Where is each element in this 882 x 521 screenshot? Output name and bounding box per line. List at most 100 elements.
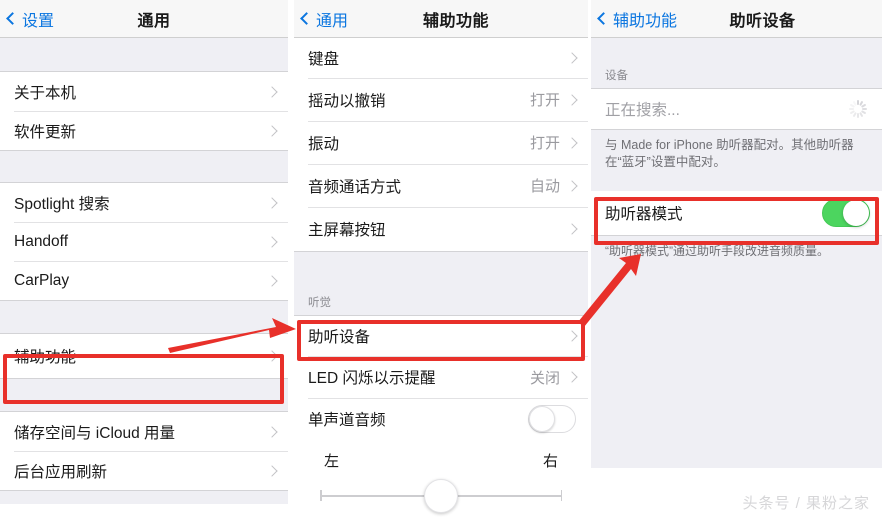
row-label: Handoff — [14, 232, 69, 250]
row-handoff[interactable]: Handoff — [0, 222, 288, 261]
row-label: 助听设备 — [308, 329, 371, 346]
screenshot-root: 设置 通用 关于本机 软件更新 Spotlight 搜索 Handoff Car… — [0, 0, 882, 521]
mode-note: “助听器模式”通过助听手段改进音频质量。 — [591, 235, 882, 268]
row-led-flash-for-alerts[interactable]: LED 闪烁以示提醒 关闭 — [294, 356, 588, 398]
group-spacer-1 — [0, 150, 288, 183]
chevron-right-icon — [566, 52, 578, 64]
pairing-note: 与 Made for iPhone 助听器配对。其他助听器在“蓝牙”设置中配对。 — [591, 129, 882, 179]
panel-general-settings: 设置 通用 关于本机 软件更新 Spotlight 搜索 Handoff Car… — [0, 0, 288, 521]
row-label: CarPlay — [14, 271, 70, 289]
section-header-hearing: 听觉 — [294, 290, 588, 316]
row-accessibility[interactable]: 辅助功能 — [0, 334, 288, 378]
row-value: 打开 — [529, 135, 560, 152]
row-background-app-refresh[interactable]: 后台应用刷新 — [0, 451, 288, 490]
row-label: Spotlight 搜索 — [14, 195, 110, 213]
row-value: 关闭 — [529, 369, 560, 387]
chevron-right-icon — [266, 425, 278, 438]
row-shake-to-undo[interactable]: 摇动以撤销 打开 — [294, 78, 588, 121]
slider-tick-right — [560, 490, 562, 501]
row-vibration[interactable]: 振动 打开 — [294, 121, 588, 164]
row-hearing-devices[interactable]: 助听设备 — [294, 316, 588, 356]
row-label: 储存空间与 iCloud 用量 — [14, 424, 176, 442]
navbar-accessibility: 通用 辅助功能 — [294, 0, 588, 38]
loading-spinner-icon — [848, 99, 868, 119]
row-searching[interactable]: 正在搜索... — [591, 89, 882, 129]
list-group-interaction: 键盘 摇动以撤销 打开 振动 打开 音频通话方式 自动 主屏幕按钮 — [294, 38, 588, 251]
panel3-bottom-filler — [591, 268, 882, 468]
mono-audio-toggle[interactable] — [528, 405, 576, 433]
watermark: 头条号 / 果粉之家 — [742, 495, 870, 512]
list-group-devices: 正在搜索... — [591, 89, 882, 129]
chevron-right-icon — [266, 274, 278, 287]
slider-tick-left — [320, 490, 322, 501]
chevron-right-icon — [266, 85, 278, 98]
list-group-storage: 储存空间与 iCloud 用量 后台应用刷新 — [0, 412, 288, 490]
chevron-right-icon — [566, 179, 578, 192]
row-label: 键盘 — [308, 51, 340, 68]
row-label: 摇动以撤销 — [308, 92, 386, 110]
balance-left-label: 左 — [324, 453, 340, 470]
row-hearing-aid-mode[interactable]: 助听器模式 — [591, 191, 882, 235]
balance-right-label: 右 — [542, 453, 558, 470]
row-home-button[interactable]: 主屏幕按钮 — [294, 207, 588, 251]
balance-slider[interactable] — [318, 479, 564, 513]
chevron-right-icon — [566, 330, 578, 342]
page-title-accessibility: 辅助功能 — [422, 12, 489, 30]
row-value: 打开 — [529, 92, 560, 109]
chevron-right-icon — [566, 371, 578, 383]
group-spacer-top — [0, 38, 288, 72]
page-title-hearing-devices: 助听设备 — [729, 12, 796, 30]
chevron-right-icon — [566, 93, 578, 106]
row-label: 主屏幕按钮 — [308, 222, 386, 239]
chevron-right-icon — [266, 124, 278, 137]
list-group-device-info: 关于本机 软件更新 — [0, 72, 288, 150]
toggle-knob — [529, 406, 555, 432]
hearing-aid-mode-toggle[interactable] — [822, 199, 870, 227]
row-keyboard[interactable]: 键盘 — [294, 38, 588, 78]
hearing-section-spacer — [294, 251, 588, 290]
list-group-accessibility: 辅助功能 — [0, 334, 288, 378]
list-group-hearing: 助听设备 LED 闪烁以示提醒 关闭 单声道音频 — [294, 316, 588, 440]
navbar-hearing-devices: 辅助功能 助听设备 — [591, 0, 882, 38]
row-label: 单声道音频 — [308, 412, 386, 429]
devices-section-spacer — [591, 38, 882, 63]
chevron-right-icon — [266, 196, 278, 209]
navbar-general: 设置 通用 — [0, 0, 288, 38]
row-label: 助听器模式 — [605, 206, 683, 223]
row-label: LED 闪烁以示提醒 — [308, 370, 436, 387]
row-label: 软件更新 — [14, 123, 77, 141]
row-spotlight-search[interactable]: Spotlight 搜索 — [0, 183, 288, 222]
row-label: 振动 — [308, 135, 340, 153]
row-call-audio-routing[interactable]: 音频通话方式 自动 — [294, 164, 588, 207]
page-title-general: 通用 — [137, 12, 171, 30]
balance-labels: 左 右 — [318, 446, 564, 471]
list-group-hearing-aid-mode: 助听器模式 — [591, 191, 882, 235]
group-spacer-3 — [0, 378, 288, 412]
toggle-knob — [843, 200, 869, 226]
chevron-right-icon — [266, 350, 278, 362]
row-about-device[interactable]: 关于本机 — [0, 72, 288, 111]
list-group-features: Spotlight 搜索 Handoff CarPlay — [0, 183, 288, 300]
row-label: 音频通话方式 — [308, 178, 402, 196]
row-label: 后台应用刷新 — [14, 463, 108, 481]
panel-hearing-devices: 辅助功能 助听设备 设备 正在搜索... 与 Made for iPhone 助… — [591, 0, 882, 521]
row-label: 关于本机 — [14, 84, 77, 102]
mode-section-spacer — [591, 179, 882, 191]
panel-accessibility-settings: 通用 辅助功能 键盘 摇动以撤销 打开 振动 打开 音频通话方式 自动 主屏幕按… — [294, 0, 588, 521]
row-software-update[interactable]: 软件更新 — [0, 111, 288, 150]
group-spacer-bottom — [0, 490, 288, 504]
section-header-devices: 设备 — [591, 63, 882, 89]
group-spacer-2 — [0, 300, 288, 334]
chevron-right-icon — [566, 136, 578, 149]
row-storage-icloud-usage[interactable]: 储存空间与 iCloud 用量 — [0, 412, 288, 451]
audio-balance-control: 左 右 — [294, 440, 588, 521]
row-label: 辅助功能 — [14, 349, 77, 366]
chevron-right-icon — [266, 464, 278, 477]
chevron-right-icon — [566, 223, 578, 235]
row-mono-audio[interactable]: 单声道音频 — [294, 398, 588, 440]
chevron-right-icon — [266, 235, 278, 248]
row-carplay[interactable]: CarPlay — [0, 261, 288, 300]
slider-thumb[interactable] — [424, 479, 458, 513]
row-value: 自动 — [529, 178, 560, 195]
searching-label: 正在搜索... — [605, 102, 680, 119]
